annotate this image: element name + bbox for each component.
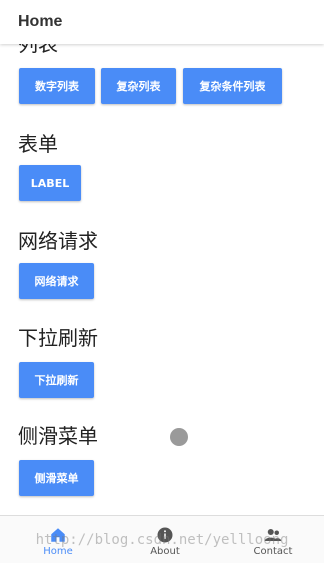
number-list-button[interactable]: 数字列表: [19, 68, 95, 104]
main-content: 列表 数字列表 复杂列表 复杂条件列表 表单 LABEL 网络请求 网络请求 下…: [0, 0, 324, 515]
label-button[interactable]: LABEL: [19, 165, 81, 201]
tab-about[interactable]: About: [125, 516, 205, 563]
tab-contact[interactable]: Contact: [233, 516, 313, 563]
tab-contact-label: Contact: [253, 546, 293, 557]
pull-refresh-button[interactable]: 下拉刷新: [19, 362, 94, 398]
network-request-button[interactable]: 网络请求: [19, 263, 94, 299]
tab-home-label: Home: [43, 546, 73, 557]
complex-list-button[interactable]: 复杂列表: [101, 68, 176, 104]
drawer-menu-button[interactable]: 侧滑菜单: [19, 460, 94, 496]
contact-icon: [264, 529, 282, 541]
section-title-network: 网络请求: [18, 229, 98, 253]
home-icon: [51, 528, 65, 542]
bottom-navigation: Home About Contact: [0, 515, 324, 563]
info-icon: [157, 527, 173, 543]
tab-home[interactable]: Home: [18, 516, 98, 563]
app-bar: Home: [0, 0, 324, 44]
section-title-drawer: 侧滑菜单: [18, 424, 98, 448]
touch-indicator: [170, 428, 188, 446]
complex-condition-list-button[interactable]: 复杂条件列表: [183, 68, 282, 104]
section-title-refresh: 下拉刷新: [18, 326, 98, 350]
section-title-form: 表单: [18, 132, 58, 156]
page-title: Home: [18, 13, 63, 30]
tab-about-label: About: [150, 546, 180, 557]
